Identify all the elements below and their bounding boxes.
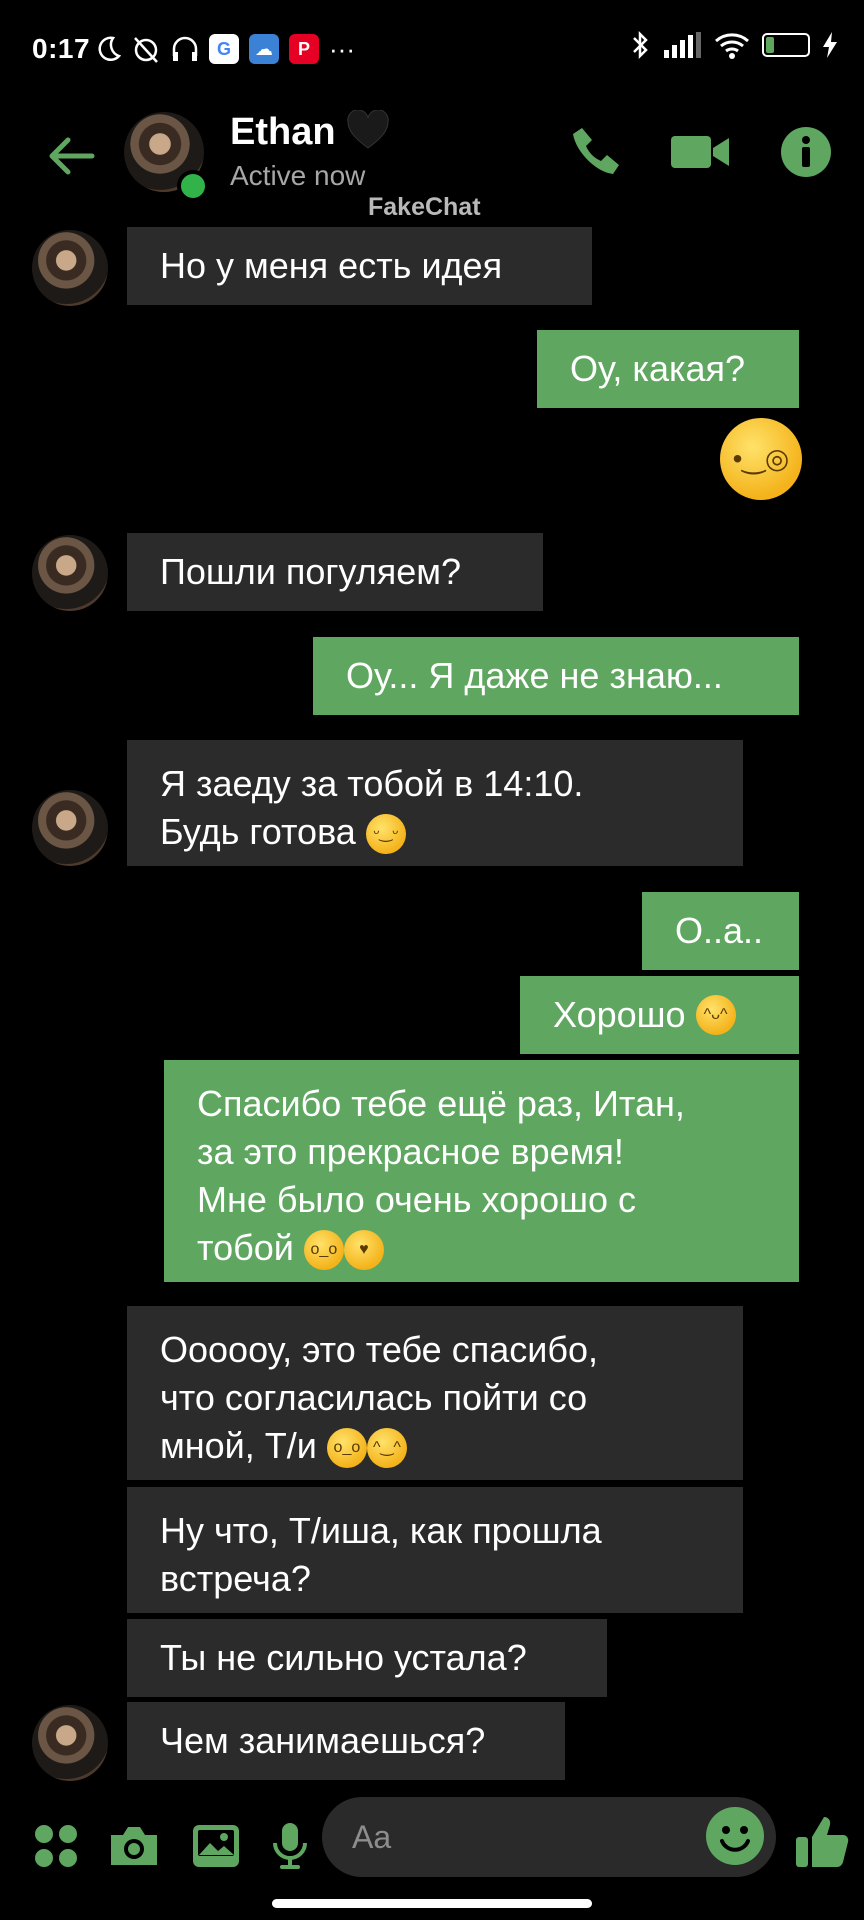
more-notifications-icon: ··· (329, 34, 355, 64)
message-avatar[interactable] (32, 535, 108, 611)
image-icon (193, 1825, 239, 1867)
emoji-button[interactable] (706, 1807, 764, 1865)
message-incoming[interactable]: Оооооу, это тебе спасибо, что согласилас… (127, 1306, 743, 1480)
message-outgoing[interactable]: Оу, какая? (537, 330, 799, 408)
charging-bolt-icon (823, 32, 837, 58)
message-text: Но у меня есть идея (160, 245, 503, 286)
contact-name-text: Ethan (230, 111, 336, 153)
message-text: Оу... Я даже не знаю... (346, 655, 723, 696)
smiley-icon (720, 1826, 750, 1852)
message-text: Оу, какая? (570, 348, 746, 389)
message-outgoing[interactable]: Спасибо тебе ещё раз, Итан, за это прекр… (164, 1060, 799, 1282)
call-button[interactable] (562, 118, 630, 186)
message-outgoing[interactable]: Хорошо ^ᴗ^ (520, 976, 799, 1054)
yum-face-emoji: ^ᴗ^ (695, 995, 736, 1035)
phone-icon (573, 128, 619, 174)
moon-icon (98, 36, 121, 61)
message-incoming[interactable]: Я заеду за тобой в 14:10. Будь готова ᵕ‿… (127, 740, 743, 866)
message-text: Оооооу, это тебе спасибо, что согласилас… (160, 1326, 598, 1470)
monocle-face-emoji[interactable]: •‿◎ (720, 418, 802, 500)
message-text: Спасибо тебе ещё раз, Итан, за это прекр… (197, 1080, 685, 1272)
relieved-face-emoji: ᵕ‿ᵕ (365, 814, 406, 855)
status-right-icons: 19 (630, 30, 838, 60)
hugging-face-emoji: ^‿^ (366, 1428, 407, 1469)
more-actions-button[interactable] (28, 1818, 84, 1874)
like-button[interactable] (790, 1810, 854, 1874)
message-input[interactable] (350, 1817, 674, 1857)
camera-button[interactable] (106, 1818, 162, 1874)
message-text: Хорошо (553, 994, 686, 1035)
message-incoming[interactable]: Но у меня есть идея (127, 227, 592, 305)
thumbs-up-icon (796, 1817, 849, 1867)
black-heart-icon (347, 109, 389, 149)
message-incoming[interactable]: Чем занимаешься? (127, 1702, 565, 1780)
gallery-button[interactable] (188, 1818, 244, 1874)
headphones-icon (172, 36, 198, 61)
back-button[interactable] (42, 128, 98, 184)
wifi-icon (715, 33, 749, 59)
video-camera-icon (671, 136, 729, 168)
home-indicator[interactable] (272, 1899, 592, 1908)
camera-icon (111, 1827, 157, 1865)
contact-name[interactable]: Ethan (230, 109, 390, 154)
message-text: Пошли погуляем? (160, 551, 462, 592)
pinterest-app-icon: P (289, 34, 319, 64)
message-text: Я заеду за тобой в 14:10. Будь готова ᵕ‿… (160, 760, 583, 856)
message-incoming[interactable]: Ты не сильно устала? (127, 1619, 607, 1697)
message-incoming[interactable]: Ну что, Т/иша, как прошла встреча? (127, 1487, 743, 1613)
message-text: Чем занимаешься? (160, 1720, 486, 1761)
google-app-icon: G (209, 34, 239, 64)
info-button[interactable] (772, 118, 840, 186)
video-call-button[interactable] (666, 118, 734, 186)
signal-icon (664, 32, 701, 58)
message-text: Ты не сильно устала? (160, 1637, 527, 1678)
cloud-app-icon: ☁ (249, 34, 279, 64)
smiling-face-with-hearts-emoji: ♥ (343, 1230, 384, 1271)
watermark: FakeChat (368, 193, 481, 221)
pleading-face-emoji: o_o (303, 1230, 344, 1271)
bluetooth-icon (633, 30, 648, 60)
message-text: Ну что, Т/иша, как прошла встреча? (160, 1510, 602, 1599)
message-outgoing[interactable]: Оу... Я даже не знаю... (313, 637, 799, 715)
contact-status: Active now (230, 160, 366, 191)
message-incoming[interactable]: Пошли погуляем? (127, 533, 543, 611)
status-left-icons: G ☁ P ··· (95, 34, 355, 64)
microphone-icon (273, 1823, 307, 1869)
message-text: О..а.. (675, 910, 764, 951)
message-avatar[interactable] (32, 790, 108, 866)
message-avatar[interactable] (32, 230, 108, 306)
back-arrow-icon (49, 137, 95, 175)
battery-fill (766, 37, 775, 53)
online-indicator (177, 170, 209, 202)
message-outgoing[interactable]: О..а.. (642, 892, 799, 970)
pleading-face-emoji: o_o (326, 1428, 367, 1469)
battery-level: 19 (777, 36, 795, 54)
status-time: 0:17 (32, 33, 91, 64)
battery-icon: 19 (762, 33, 810, 57)
status-bar: 0:17 G ☁ P ··· 19 (0, 0, 864, 100)
alarm-off-icon (134, 37, 158, 63)
info-icon (781, 127, 831, 177)
voice-message-button[interactable] (262, 1818, 318, 1874)
message-avatar[interactable] (32, 1705, 108, 1781)
apps-grid-icon (35, 1825, 77, 1867)
